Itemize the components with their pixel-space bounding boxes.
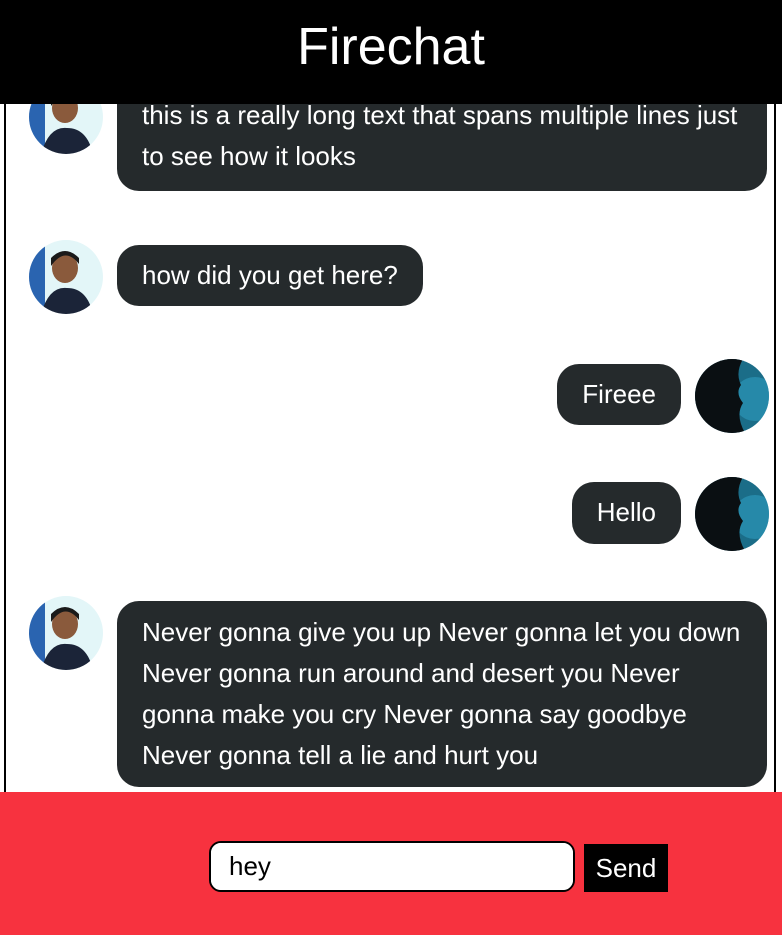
silhouette-avatar-icon (695, 477, 769, 551)
send-button[interactable]: Send (584, 844, 668, 892)
message-bubble: Hello (571, 482, 681, 544)
silhouette-avatar-icon (695, 359, 769, 433)
message-item-left: how did you get here? (29, 240, 423, 314)
user-avatar (695, 359, 769, 433)
app-title: Firechat (297, 18, 485, 76)
user-photo-avatar-icon (29, 240, 103, 314)
user-photo-avatar-icon (29, 596, 103, 670)
message-bubble: Never gonna give you up Never gonna let … (117, 601, 767, 787)
user-avatar (29, 596, 103, 670)
message-bubble: how did you get here? (117, 245, 423, 306)
message-item-left: Never gonna give you up Never gonna let … (29, 596, 767, 787)
user-avatar (29, 240, 103, 314)
app-header: Firechat (0, 0, 782, 104)
message-item-right: Fireee (557, 359, 769, 433)
user-avatar (695, 477, 769, 551)
message-bubble: Fireee (557, 364, 681, 425)
message-item-right: Hello (571, 477, 769, 551)
message-input[interactable] (209, 841, 575, 892)
